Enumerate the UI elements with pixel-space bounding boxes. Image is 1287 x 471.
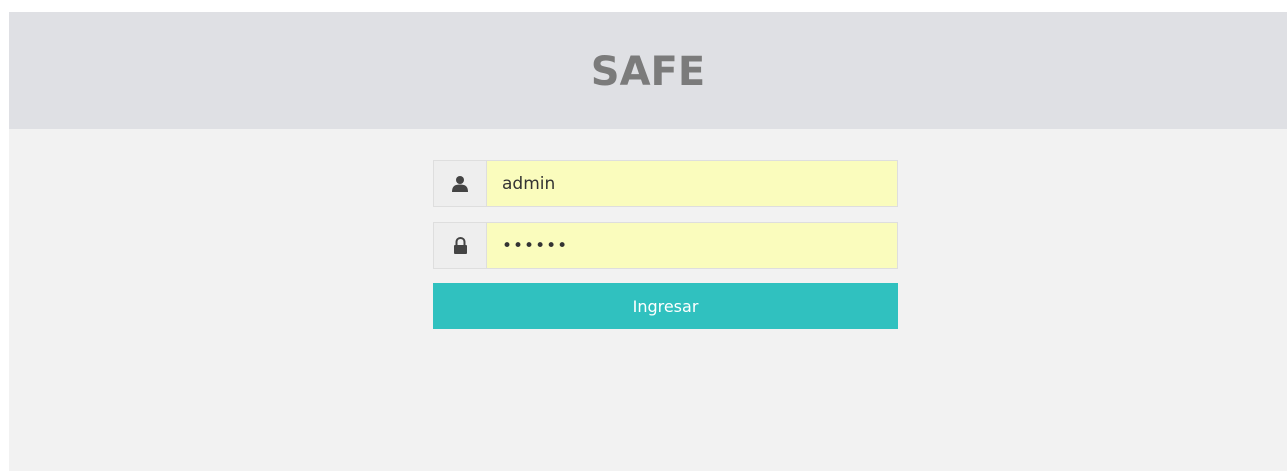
header-bar: SAFE bbox=[9, 12, 1287, 129]
login-form: Ingresar bbox=[433, 160, 898, 329]
username-group bbox=[433, 160, 898, 207]
password-group bbox=[433, 222, 898, 269]
username-input[interactable] bbox=[487, 161, 897, 206]
login-button[interactable]: Ingresar bbox=[433, 283, 898, 329]
login-page: SAFE Ingresar bbox=[9, 12, 1287, 471]
password-input[interactable] bbox=[487, 223, 897, 268]
user-icon bbox=[434, 161, 487, 206]
brand-title: SAFE bbox=[590, 48, 706, 95]
lock-icon bbox=[434, 223, 487, 268]
